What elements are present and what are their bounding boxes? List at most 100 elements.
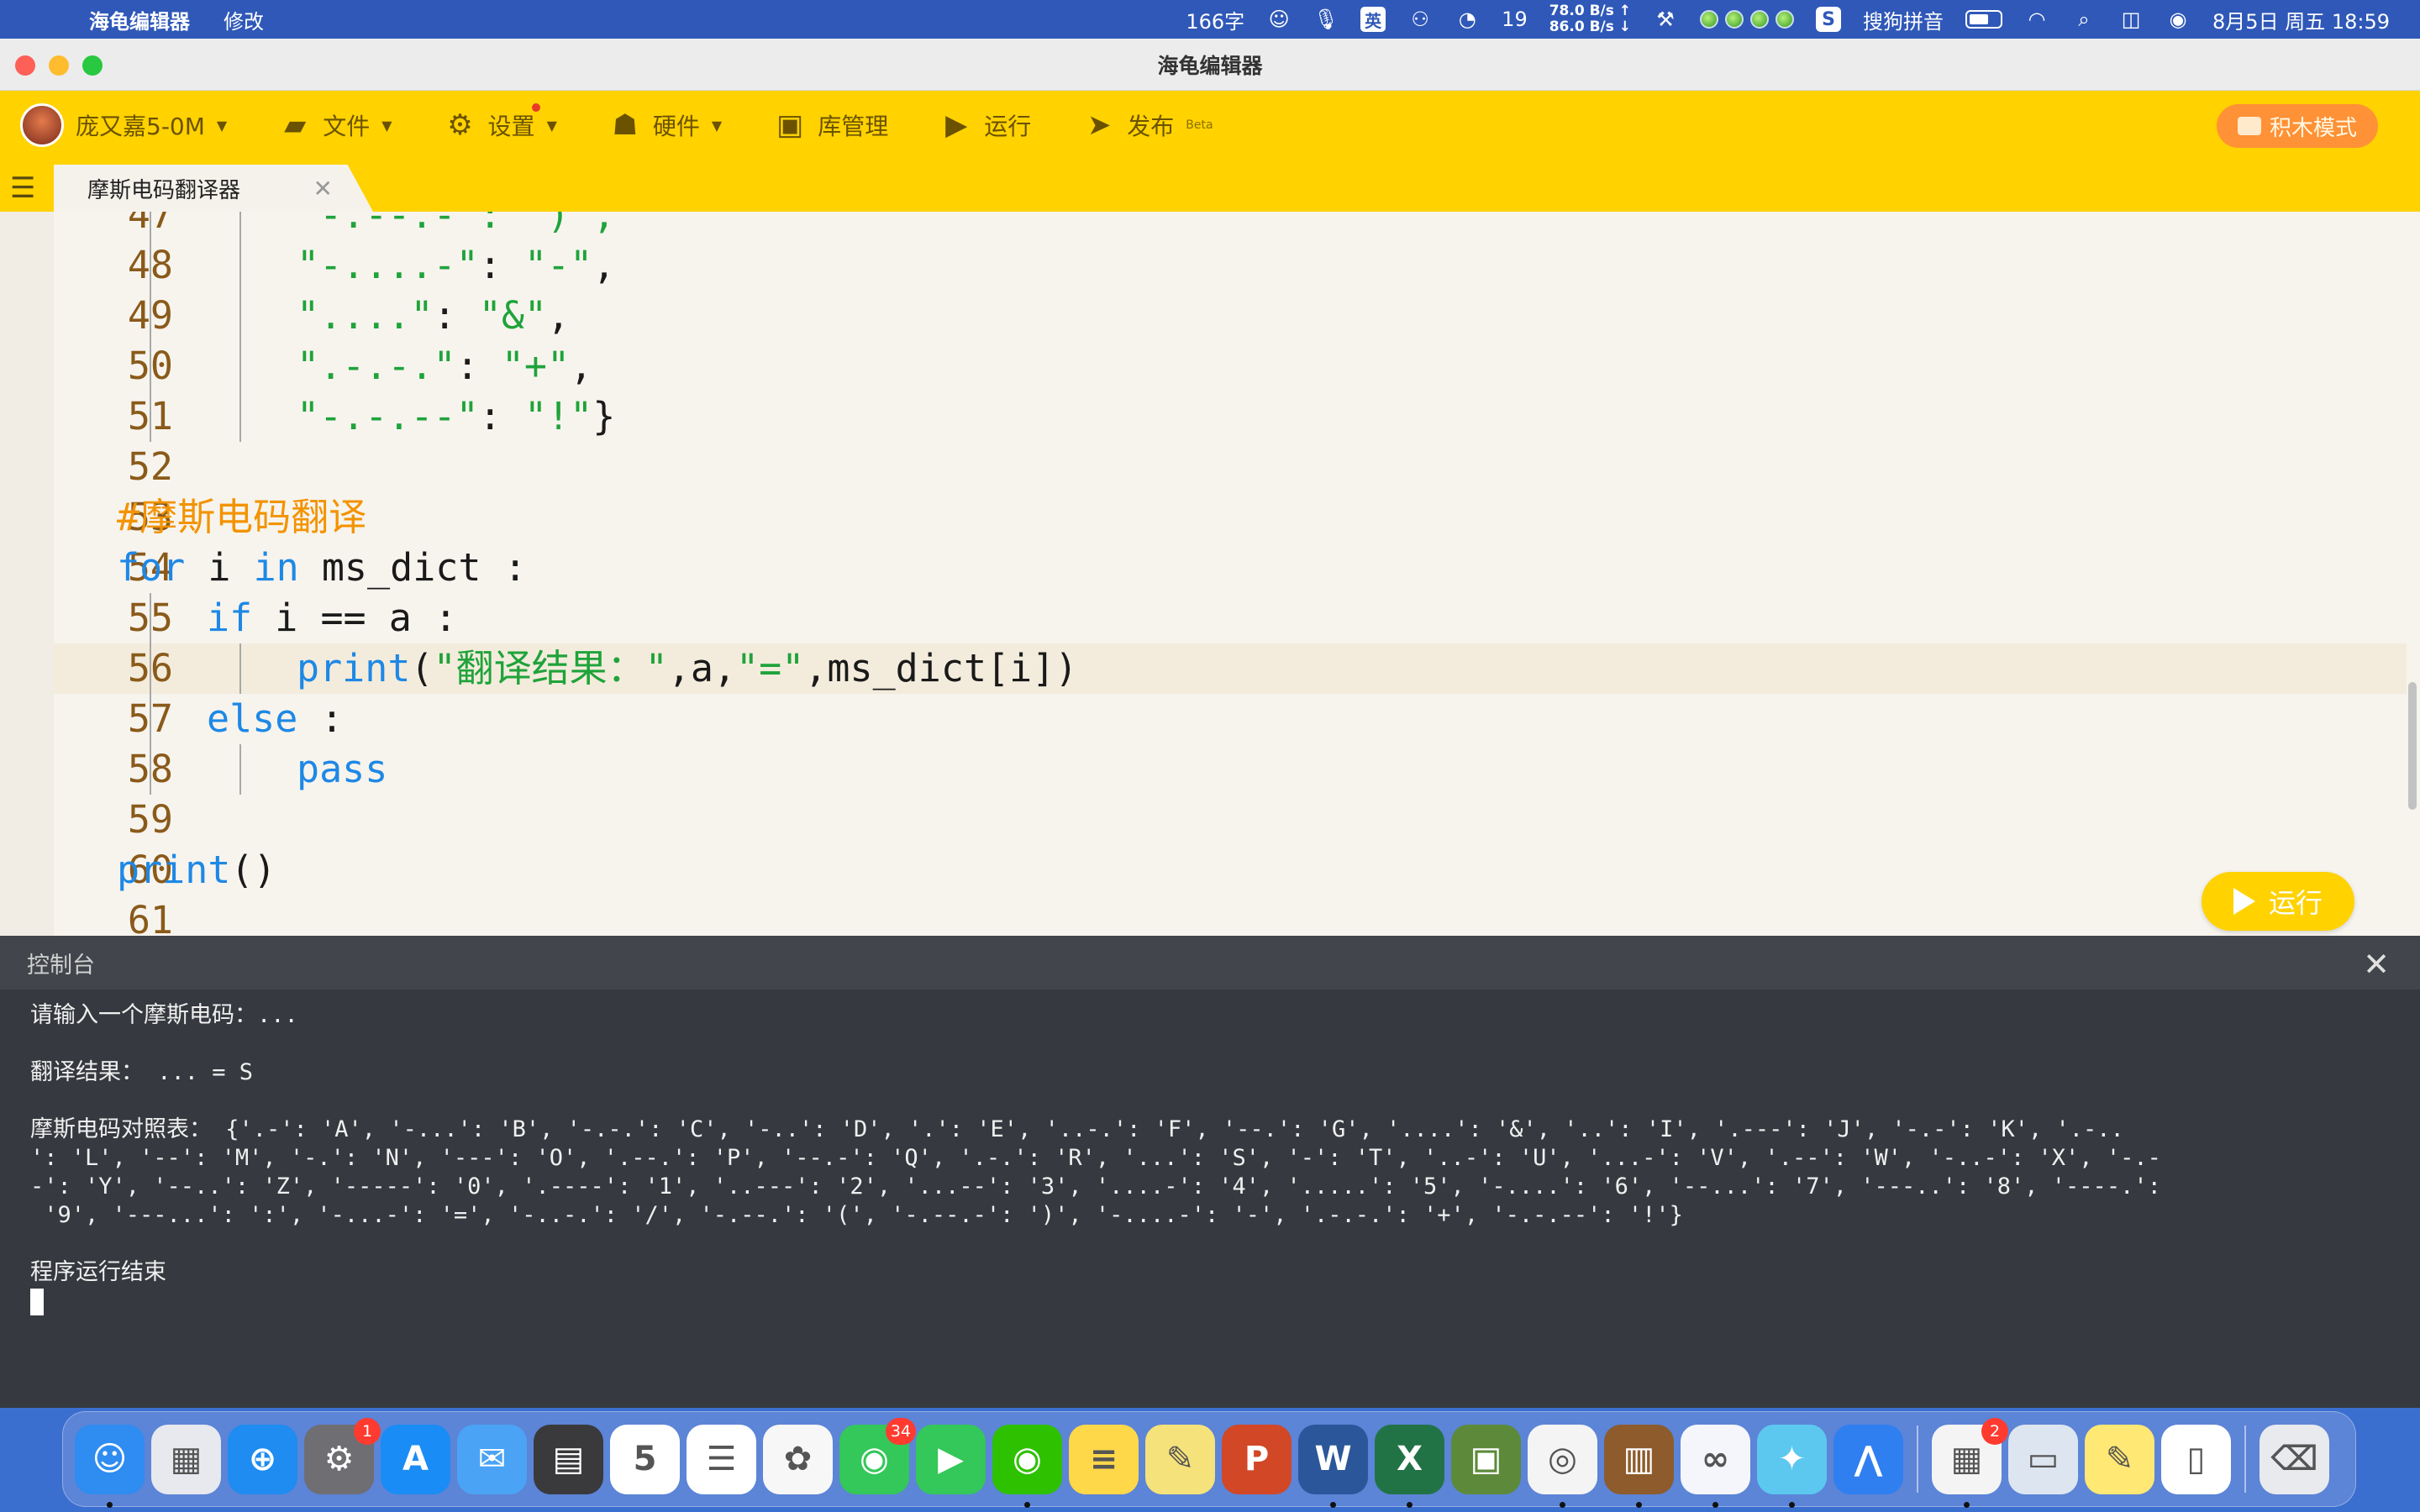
- dock-messages-icon[interactable]: ◉ 34: [839, 1417, 916, 1494]
- toolbar: 庞又嘉5-0M ▼ ▰ 文件 ▼ ⚙ 设置 ▼ ☗ 硬件 ▼ ▣ 库管理 ▶ 运…: [0, 91, 2420, 160]
- dock-wechat-icon[interactable]: ◉: [992, 1424, 1062, 1508]
- dock-document-icon[interactable]: ▯: [2161, 1424, 2231, 1494]
- dock-downloads-icon[interactable]: ▦ 2: [1932, 1417, 2008, 1508]
- play-icon: [2233, 888, 2255, 915]
- dock-system-preferences-icon[interactable]: ⚙ 1: [304, 1417, 381, 1494]
- dock-preview-icon[interactable]: ▭: [2008, 1424, 2078, 1494]
- file-menu[interactable]: ▰ 文件 ▼: [279, 108, 392, 142]
- code-line[interactable]: 53 #摩斯电码翻译: [54, 492, 2407, 543]
- code-token: print: [297, 646, 411, 690]
- wechat-icon[interactable]: ◔: [1455, 7, 1480, 32]
- code-token: in: [253, 545, 299, 590]
- notification-badge: 1: [354, 1417, 381, 1445]
- ime-name[interactable]: 搜狗拼音: [1863, 5, 1944, 34]
- hardware-label: 硬件: [652, 113, 700, 140]
- dock-calculator-icon[interactable]: ▤: [534, 1424, 603, 1494]
- code-editor[interactable]: 47 "-.--.-": ")", 48 "-....-": "-", 49 "...."…: [0, 212, 2420, 939]
- status-dot-icon: [1700, 10, 1719, 29]
- sogou-icon[interactable]: S: [1816, 7, 1842, 32]
- dock-finder-icon[interactable]: ☺: [75, 1424, 145, 1508]
- close-window-button[interactable]: [15, 55, 35, 76]
- code-line[interactable]: 52: [54, 442, 2407, 492]
- dock-turtle-editor-icon[interactable]: ✦: [1757, 1424, 1827, 1508]
- run-label: 运行: [984, 113, 1032, 140]
- console-output[interactable]: 请输入一个摩斯电码：... 翻译结果： ... = S 摩斯电码对照表： {'.-'…: [0, 990, 2420, 1327]
- spotlight-search-icon[interactable]: ⌕: [2071, 7, 2096, 32]
- dock-app-store-icon[interactable]: A: [381, 1424, 450, 1494]
- block-mode-button[interactable]: 积木模式: [2217, 104, 2378, 148]
- dock-tencent-meeting-icon[interactable]: ⋀: [1833, 1424, 1903, 1494]
- code-line[interactable]: 54 for i in ms_dict :: [54, 543, 2407, 593]
- code-line[interactable]: 57 else :: [54, 694, 2407, 744]
- code-lines: 47 "-.--.-": ")", 48 "-....-": "-", 49 "...."…: [54, 212, 2407, 939]
- code-line[interactable]: 61: [54, 895, 2407, 939]
- control-center-icon[interactable]: ◫: [2118, 7, 2144, 32]
- dock-launchpad-icon[interactable]: ▦: [151, 1424, 221, 1494]
- console-line: 请输入一个摩斯电码：...: [30, 1002, 298, 1028]
- user-menu[interactable]: 庞又嘉5-0M ▼: [20, 103, 227, 147]
- dock-python-idle-icon[interactable]: ✎: [2085, 1424, 2154, 1494]
- dock-calendar-icon[interactable]: 5: [610, 1424, 680, 1494]
- dock-mail-icon[interactable]: ✉: [457, 1424, 527, 1494]
- network-speed[interactable]: 78.0 B/s ↑ 86.0 B/s ↓: [1549, 3, 1631, 35]
- code-line[interactable]: 50 ".-.-.": "+",: [54, 341, 2407, 391]
- code-line[interactable]: 47 "-.--.-": ")",: [54, 212, 2407, 240]
- zoom-window-button[interactable]: [82, 55, 103, 76]
- code-line[interactable]: 60 print(): [54, 845, 2407, 895]
- code-line[interactable]: 51 "-.-.--": "!"}: [54, 391, 2407, 442]
- dock-excel-icon[interactable]: X: [1375, 1424, 1444, 1508]
- line-number: 48: [127, 243, 173, 287]
- dock-baidu-netdisk-icon[interactable]: ∞: [1681, 1424, 1750, 1508]
- minimize-window-button[interactable]: [49, 55, 69, 76]
- dock-facetime-icon[interactable]: ▶: [916, 1424, 986, 1494]
- run-button[interactable]: 运行: [2202, 872, 2354, 931]
- dock-trash-icon[interactable]: ⌫: [2260, 1424, 2329, 1494]
- ime-indicator[interactable]: 英: [1360, 7, 1386, 32]
- wifi-icon[interactable]: ◠: [2024, 7, 2049, 32]
- dock-notes-icon[interactable]: ≡: [1069, 1424, 1139, 1494]
- code-token: "-.-.--": [297, 394, 479, 438]
- menu-app-name[interactable]: 海龟编辑器: [89, 5, 190, 34]
- menu-edit[interactable]: 修改: [224, 5, 264, 34]
- code-line[interactable]: 56 print("翻译结果：",a,"=",ms_dict[i]): [54, 643, 2407, 694]
- tab-label: 摩斯电码翻译器: [87, 177, 241, 203]
- dock-powerpoint-icon[interactable]: P: [1222, 1424, 1292, 1494]
- code-line[interactable]: 59: [54, 795, 2407, 845]
- code-line[interactable]: 48 "-....-": "-",: [54, 240, 2407, 291]
- clock[interactable]: 8月5日 周五 18:59: [2212, 5, 2390, 34]
- microphone-icon[interactable]: 🎙: [1313, 7, 1339, 32]
- editor-scrollbar[interactable]: [2408, 682, 2417, 810]
- dock-word-icon[interactable]: W: [1298, 1424, 1368, 1508]
- toolbar-run-button[interactable]: ▶ 运行: [940, 108, 1031, 142]
- emoji-icon[interactable]: ☺: [1266, 7, 1292, 32]
- dock-chrome-icon[interactable]: ◎: [1528, 1424, 1597, 1508]
- close-console-icon[interactable]: ✕: [2363, 946, 2390, 983]
- sidebar-toggle-icon[interactable]: ☰: [10, 171, 35, 205]
- dock-library-books-icon[interactable]: ▥: [1604, 1424, 1674, 1508]
- word-count[interactable]: 166字: [1186, 5, 1244, 34]
- code-line[interactable]: 55 if i == a :: [54, 593, 2407, 643]
- dock-photos-icon[interactable]: ✿: [763, 1424, 833, 1494]
- siri-icon[interactable]: ◉: [2165, 7, 2191, 32]
- code-line[interactable]: 58 pass: [54, 744, 2407, 795]
- dock-minecraft-icon[interactable]: ▣: [1451, 1424, 1521, 1494]
- publish-button[interactable]: ➤ 发布 Beta: [1083, 108, 1213, 142]
- dock-safari-icon[interactable]: ⊕: [228, 1424, 297, 1494]
- code-token: "&": [478, 293, 548, 338]
- running-indicator: [107, 1501, 113, 1508]
- tools-icon[interactable]: ⚒: [1653, 7, 1678, 32]
- notification-dot: [531, 103, 540, 112]
- battery-icon[interactable]: [1965, 10, 2003, 29]
- close-tab-icon[interactable]: ✕: [313, 175, 333, 202]
- cloud-share-icon[interactable]: ⚇: [1407, 7, 1433, 32]
- code-line[interactable]: 49 "....": "&",: [54, 291, 2407, 341]
- library-button[interactable]: ▣ 库管理: [774, 108, 888, 142]
- tab-morse-translator[interactable]: 摩斯电码翻译器 ✕: [54, 165, 373, 212]
- console-line: 翻译结果： ... = S: [30, 1059, 254, 1085]
- settings-menu[interactable]: ⚙ 设置 ▼: [445, 103, 557, 142]
- status-indicators[interactable]: [1700, 10, 1795, 29]
- dock-stickies-icon[interactable]: ✎: [1145, 1424, 1215, 1494]
- hardware-menu[interactable]: ☗ 硬件 ▼: [609, 108, 723, 142]
- dock-reminders-icon[interactable]: ☰: [687, 1424, 756, 1494]
